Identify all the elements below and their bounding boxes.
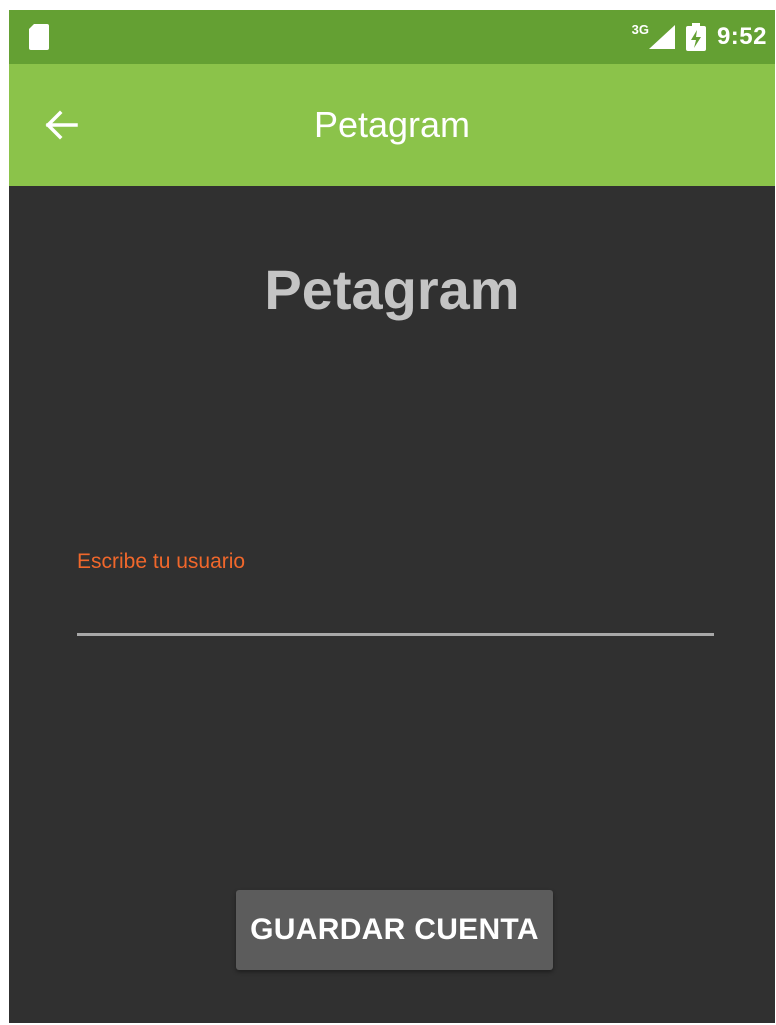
sd-card-icon [29,24,49,50]
app-bar-title: Petagram [313,104,471,145]
clock: 9:52 [716,23,767,50]
page-heading: Petagram [264,258,520,321]
app-bar: Petagram [9,64,775,186]
username-field-label: Escribe tu usuario [77,550,246,573]
username-input[interactable] [77,586,714,636]
status-indicators: 3G 9:52 [632,18,767,56]
phone-screen: 3G 9:52 Petagram Petagram Escribe tu usu… [9,10,775,1023]
battery-icon [685,23,706,51]
save-account-button[interactable]: GUARDAR CUENTA [236,890,553,970]
signal-icon [648,25,675,49]
network-type-label: 3G [631,21,649,37]
status-bar: 3G 9:52 [9,10,775,64]
